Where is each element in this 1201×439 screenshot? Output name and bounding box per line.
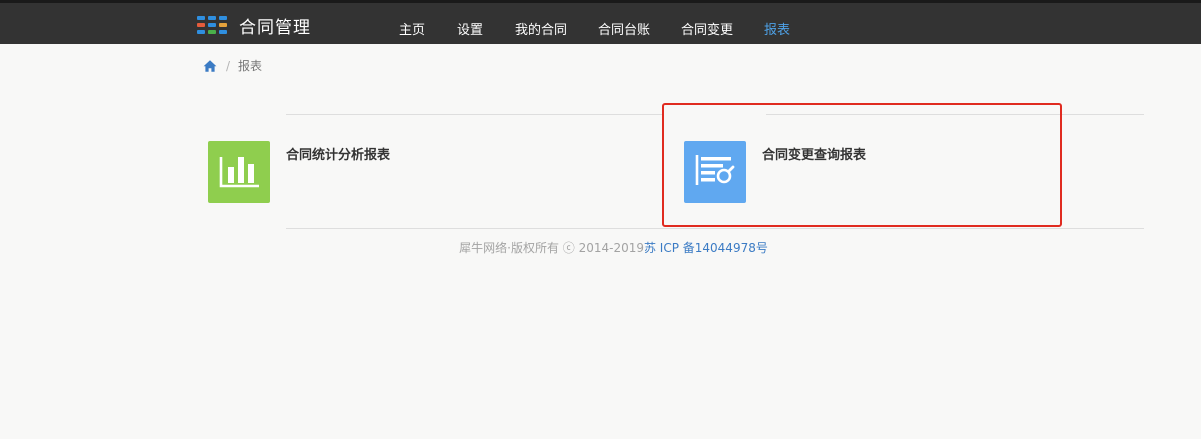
brand-logo[interactable]: 合同管理: [197, 13, 311, 38]
brand-dot: [219, 16, 227, 20]
breadcrumb: / 报表: [203, 57, 262, 74]
footer: 犀牛网络·版权所有 ⓒ 2014-2019苏 ICP 备14044978号: [0, 239, 1201, 256]
brand-dot: [197, 30, 205, 34]
brand-dot: [197, 23, 205, 27]
brand-dot: [208, 23, 216, 27]
report-card-statistics[interactable]: 合同统计分析报表: [208, 141, 588, 203]
report-title-statistics: 合同统计分析报表: [286, 148, 391, 163]
brand-dot: [219, 30, 227, 34]
divider-bottom: [286, 228, 1144, 229]
breadcrumb-separator: /: [226, 58, 231, 73]
nav-item-contract-ledger[interactable]: 合同台账: [598, 19, 650, 38]
home-icon[interactable]: [203, 59, 217, 73]
breadcrumb-current: 报表: [238, 59, 263, 73]
nav-item-home[interactable]: 主页: [399, 19, 425, 38]
nav-item-reports[interactable]: 报表: [764, 19, 790, 38]
report-title-change-query: 合同变更查询报表: [762, 148, 867, 163]
brand-dot: [219, 23, 227, 27]
top-navbar: 合同管理 主页 设置 我的合同 合同台账 合同变更 报表: [0, 0, 1201, 44]
app-title: 合同管理: [239, 17, 311, 38]
nav-item-contract-changes[interactable]: 合同变更: [681, 19, 733, 38]
brand-dot: [197, 16, 205, 20]
nav-item-settings[interactable]: 设置: [457, 19, 483, 38]
app-grid-icon: [197, 16, 227, 34]
footer-icp-link[interactable]: 苏 ICP 备14044978号: [644, 241, 768, 255]
divider-top-left: [286, 114, 664, 115]
brand-dot: [208, 16, 216, 20]
nav-item-my-contracts[interactable]: 我的合同: [515, 19, 567, 38]
report-card-change-query[interactable]: 合同变更查询报表: [684, 141, 1064, 203]
brand-dot: [208, 30, 216, 34]
bar-chart-icon: [208, 141, 270, 203]
divider-top-right: [766, 114, 1144, 115]
footer-copyright: 犀牛网络·版权所有 ⓒ 2014-2019: [459, 241, 644, 255]
list-search-icon: [684, 141, 746, 203]
